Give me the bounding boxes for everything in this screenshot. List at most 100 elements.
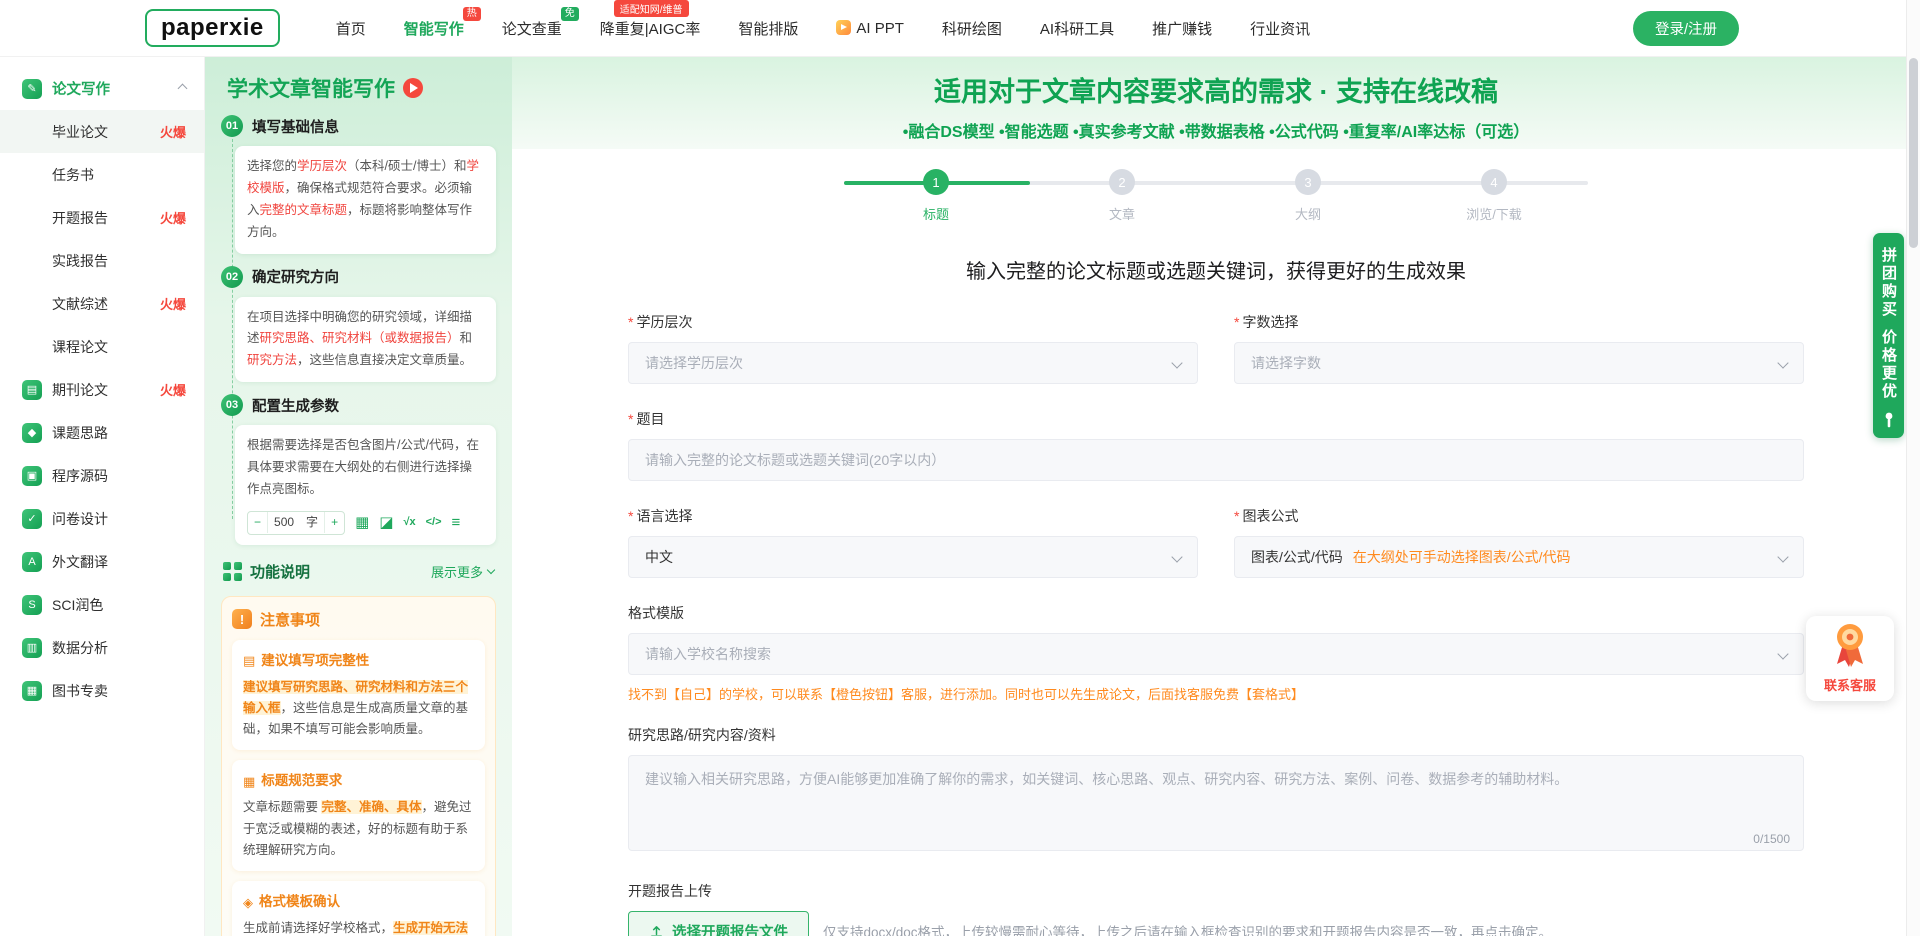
sidebar-item-topic-ideas[interactable]: ◆课题思路 bbox=[0, 411, 204, 454]
list-icon[interactable]: ≡ bbox=[452, 515, 461, 530]
nav-item-industry-news[interactable]: 行业资讯 bbox=[1250, 18, 1310, 39]
tag-icon: ◈ bbox=[243, 892, 253, 914]
play-icon[interactable] bbox=[403, 78, 423, 98]
nav-item-home[interactable]: 首页 bbox=[336, 18, 366, 39]
sidebar-item-source-code[interactable]: ▣程序源码 bbox=[0, 454, 204, 497]
nav-item-reduce-aigc[interactable]: 适配知网/维普降重复|AIGC率 bbox=[600, 18, 701, 39]
chevron-down-icon bbox=[1171, 357, 1182, 368]
sidebar-item-course-paper[interactable]: 课程论文 bbox=[0, 325, 204, 368]
nav-item-research-drawing[interactable]: 科研绘图 bbox=[942, 18, 1002, 39]
image-icon[interactable]: ◪ bbox=[379, 515, 393, 530]
document-icon: ▦ bbox=[243, 771, 255, 793]
show-more-link[interactable]: 展示更多 bbox=[431, 562, 494, 581]
nav-item-promotion[interactable]: 推广赚钱 bbox=[1152, 18, 1212, 39]
hot-badge: 热 bbox=[463, 7, 481, 22]
sidebar-item-foreign-translation[interactable]: A外文翻译 bbox=[0, 540, 204, 583]
chevron-down-icon bbox=[487, 566, 495, 574]
chart-formula-hint: 在大纲处可手动选择图表/公式/代码 bbox=[1353, 547, 1571, 567]
brand-logo[interactable]: paperxie bbox=[145, 9, 280, 47]
chart-formula-label: 图表公式 bbox=[1234, 506, 1804, 526]
promo-banner: 适用对于文章内容要求高的需求 · 支持在线改稿 •融合DS模型 •智能选题 •真… bbox=[512, 57, 1920, 149]
research-label: 研究思路/研究内容/资料 bbox=[628, 725, 1804, 745]
guide-steps: 01填写基础信息 选择您的学历层次（本科/硕士/博士）和学校模版，确保格式规范符… bbox=[221, 115, 496, 545]
page-scrollbar[interactable] bbox=[1906, 0, 1920, 936]
word-count-stepper[interactable]: − 500 字 + bbox=[247, 511, 345, 535]
sidebar-item-graduation-thesis[interactable]: 毕业论文火爆 bbox=[0, 110, 204, 153]
notice-card-template-confirm: ◈格式模板确认 生成前请选择好学校格式，生成开始无法更换格式模板。如需要新的学校… bbox=[232, 881, 485, 936]
progress-step-title[interactable]: 1 标题 bbox=[876, 169, 996, 223]
group-buy-tab[interactable]: 拼团购买 价格更优 bbox=[1873, 233, 1904, 438]
ai-ppt-icon bbox=[836, 20, 851, 35]
plus-button[interactable]: + bbox=[324, 512, 344, 533]
upload-hint: 仅支持docx/doc格式，上传较慢需耐心等待，上传之后请在输入框检查识别的要求… bbox=[823, 921, 1552, 936]
notice-card-title-rules: ▦标题规范要求 文章标题需要 完整、准确、具体，避免过于宽泛或模糊的表述，好的标… bbox=[232, 760, 485, 871]
word-count-value: 500 bbox=[268, 512, 300, 533]
progress-step-download[interactable]: 4 浏览/下载 bbox=[1434, 169, 1554, 223]
hot-label: 火爆 bbox=[160, 122, 186, 141]
guide-step-1-card: 选择您的学历层次（本科/硕士/博士）和学校模版，确保格式规范符合要求。必须输入完… bbox=[235, 146, 496, 254]
clipboard-icon: ! bbox=[232, 609, 252, 629]
step-number-badge: 02 bbox=[221, 266, 243, 288]
progress-steps: 1 标题 2 文章 3 大纲 4 浏览/下载 bbox=[844, 169, 1588, 233]
char-counter: 0/1500 bbox=[1753, 832, 1790, 846]
progress-step-article[interactable]: 2 文章 bbox=[1062, 169, 1182, 223]
scrollbar-thumb[interactable] bbox=[1909, 58, 1918, 248]
nav-item-plagiarism-check[interactable]: 论文查重免 bbox=[502, 18, 562, 39]
table-icon[interactable]: ▦ bbox=[355, 515, 369, 530]
school-template-select[interactable]: 请输入学校名称搜索 bbox=[628, 633, 1804, 675]
guide-step-3: 03配置生成参数 根据需要选择是否包含图片/公式/代码，在具体要求需要在大纲处的… bbox=[221, 394, 496, 545]
word-count-label: 字数选择 bbox=[1234, 312, 1804, 332]
main-nav: 首页 智能写作热 论文查重免 适配知网/维普降重复|AIGC率 智能排版 AI … bbox=[336, 18, 1310, 39]
nav-item-smart-layout[interactable]: 智能排版 bbox=[738, 18, 798, 39]
free-badge: 免 bbox=[561, 7, 579, 22]
sidebar-item-journal-paper[interactable]: ▤期刊论文火爆 bbox=[0, 368, 204, 411]
title-input[interactable] bbox=[628, 439, 1804, 481]
pencil-icon: ✎ bbox=[22, 79, 42, 99]
contact-service-widget[interactable]: 联系客服 bbox=[1806, 616, 1894, 701]
language-label: 语言选择 bbox=[628, 506, 1198, 526]
translate-icon: A bbox=[22, 552, 42, 572]
research-textarea[interactable] bbox=[628, 755, 1804, 851]
generation-toolbar: − 500 字 + ▦ ◪ √x </> ≡ bbox=[247, 511, 484, 535]
formula-icon[interactable]: √x bbox=[403, 517, 415, 528]
template-hint: 找不到【自己】的学校，可以联系【橙色按钮】客服，进行添加。同时也可以先生成论文，… bbox=[628, 684, 1804, 703]
guide-panel: 学术文章智能写作 01填写基础信息 选择您的学历层次（本科/硕士/博士）和学校模… bbox=[205, 57, 512, 936]
cnki-badge: 适配知网/维普 bbox=[614, 0, 689, 17]
hot-label: 火爆 bbox=[160, 380, 186, 399]
word-count-select[interactable]: 请选择字数 bbox=[1234, 342, 1804, 384]
sidebar-item-proposal-report[interactable]: 开题报告火爆 bbox=[0, 196, 204, 239]
sidebar-item-book-store[interactable]: ▦图书专卖 bbox=[0, 669, 204, 712]
guide-step-3-card: 根据需要选择是否包含图片/公式/代码，在具体要求需要在大纲处的右侧进行选择操作点… bbox=[235, 425, 496, 545]
sidebar-item-paper-writing[interactable]: ✎ 论文写作 bbox=[0, 67, 204, 110]
edu-level-select[interactable]: 请选择学历层次 bbox=[628, 342, 1198, 384]
thesis-form: 学历层次 请选择学历层次 字数选择 请选择字数 题目 语言选择 中文 图表公式 bbox=[628, 312, 1804, 936]
progress-step-outline[interactable]: 3 大纲 bbox=[1248, 169, 1368, 223]
nav-item-ai-ppt[interactable]: AI PPT bbox=[836, 20, 904, 37]
sidebar-item-literature-review[interactable]: 文献综述火爆 bbox=[0, 282, 204, 325]
login-register-button[interactable]: 登录/注册 bbox=[1633, 11, 1739, 46]
code-icon: ▣ bbox=[22, 466, 42, 486]
upload-proposal-button[interactable]: 选择开题报告文件 bbox=[628, 911, 809, 936]
sidebar-item-sci-polish[interactable]: SSCI润色 bbox=[0, 583, 204, 626]
nav-item-smart-writing[interactable]: 智能写作热 bbox=[404, 18, 464, 39]
step-number-badge: 03 bbox=[221, 394, 243, 416]
checklist-icon: ✓ bbox=[22, 509, 42, 529]
hot-label: 火爆 bbox=[160, 208, 186, 227]
sidebar-item-questionnaire-design[interactable]: ✓问卷设计 bbox=[0, 497, 204, 540]
sidebar-item-practice-report[interactable]: 实践报告 bbox=[0, 239, 204, 282]
nav-item-ai-research-tools[interactable]: AI科研工具 bbox=[1040, 18, 1114, 39]
chevron-down-icon bbox=[1777, 357, 1788, 368]
features-header: 功能说明 展示更多 bbox=[221, 561, 496, 582]
code-icon[interactable]: </> bbox=[426, 517, 442, 528]
upload-label: 开题报告上传 bbox=[628, 881, 1804, 901]
chevron-up-icon bbox=[178, 84, 188, 94]
sidebar-item-data-analysis[interactable]: ▥数据分析 bbox=[0, 626, 204, 669]
grid-icon bbox=[223, 562, 242, 581]
minus-button[interactable]: − bbox=[248, 512, 268, 533]
chevron-down-icon bbox=[1777, 648, 1788, 659]
language-select[interactable]: 中文 bbox=[628, 536, 1198, 578]
chart-formula-select[interactable]: 图表/公式/代码在大纲处可手动选择图表/公式/代码 bbox=[1234, 536, 1804, 578]
hot-label: 火爆 bbox=[160, 294, 186, 313]
sidebar-item-task-book[interactable]: 任务书 bbox=[0, 153, 204, 196]
word-count-unit: 字 bbox=[300, 512, 324, 533]
